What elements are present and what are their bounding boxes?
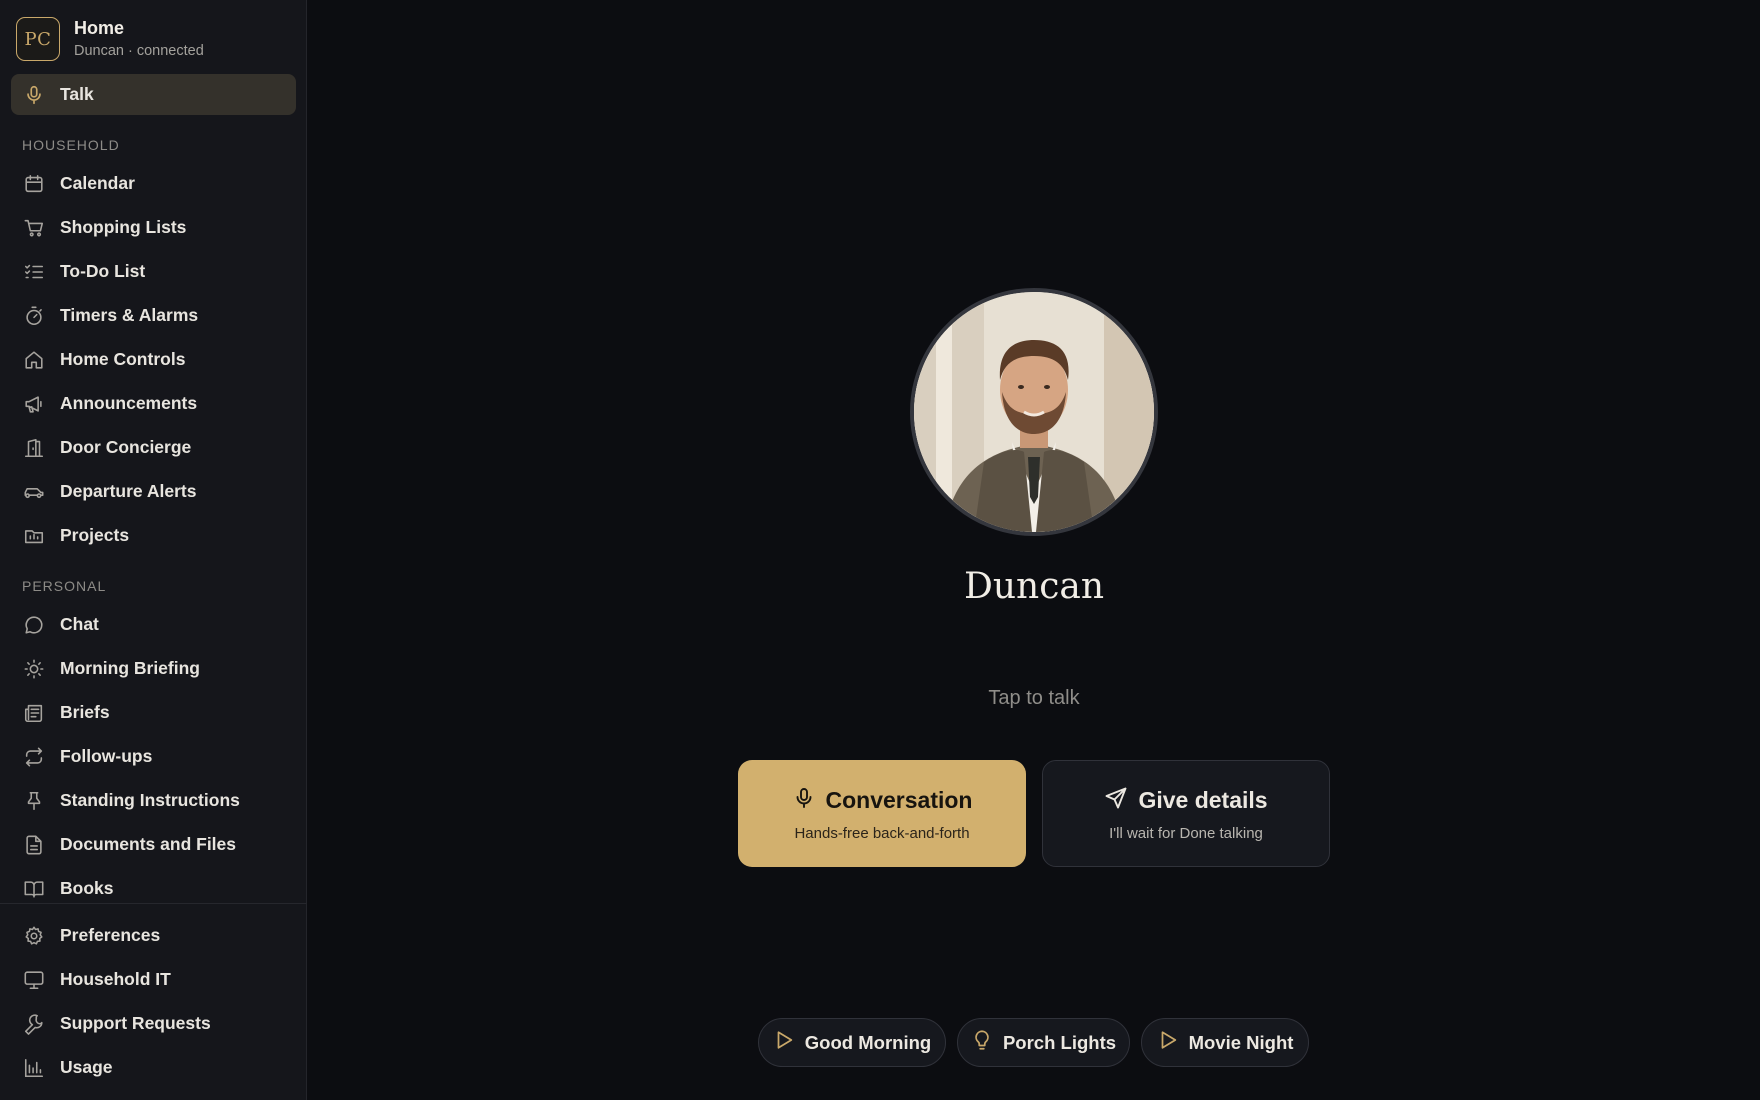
- microphone-icon: [22, 83, 46, 107]
- play-icon: [773, 1029, 805, 1056]
- send-icon: [1104, 786, 1138, 815]
- chat-bubble-icon: [22, 613, 46, 637]
- sidebar-item-label: Announcements: [60, 393, 198, 413]
- gear-icon: [22, 924, 46, 948]
- play-icon: [1157, 1029, 1189, 1056]
- folder-chart-icon: [22, 524, 46, 548]
- sidebar-item-talk[interactable]: Talk: [11, 74, 296, 115]
- sidebar-item-label: Books: [60, 878, 114, 898]
- conversation-button-subtitle: Hands-free back-and-forth: [794, 824, 970, 842]
- microphone-icon: [792, 786, 826, 815]
- sidebar-item-to-do-list[interactable]: To-Do List: [11, 251, 296, 292]
- sidebar-item-label: Chat: [60, 614, 99, 634]
- avatar-portrait: [914, 292, 1154, 532]
- quick-action-label: Porch Lights: [1002, 1031, 1117, 1053]
- sidebar-item-label: Shopping Lists: [60, 217, 187, 237]
- monitor-icon: [22, 968, 46, 992]
- sidebar-item-label: Support Requests: [60, 1013, 211, 1033]
- sidebar-item-label: Departure Alerts: [60, 481, 197, 501]
- quick-action-label: Movie Night: [1188, 1031, 1294, 1053]
- sidebar-item-label: Preferences: [60, 925, 161, 945]
- sidebar-item-morning-briefing[interactable]: Morning Briefing: [11, 648, 296, 689]
- section-label-household: HOUSEHOLD: [22, 137, 120, 153]
- sidebar-item-label: Documents and Files: [60, 834, 237, 854]
- lightbulb-icon: [971, 1029, 1003, 1056]
- sidebar-item-label: Morning Briefing: [60, 658, 200, 678]
- car-icon: [22, 480, 46, 504]
- avatar[interactable]: [910, 288, 1158, 536]
- house-icon: [22, 348, 46, 372]
- sidebar-item-label: Usage: [60, 1057, 113, 1077]
- sidebar-item-label: Calendar: [60, 173, 135, 193]
- sidebar-item-calendar[interactable]: Calendar: [11, 163, 296, 204]
- sidebar-item-label: Door Concierge: [60, 437, 192, 457]
- sidebar-item-label: Follow-ups: [60, 746, 153, 766]
- sidebar-item-announcements[interactable]: Announcements: [11, 383, 296, 424]
- sidebar-item-home-controls[interactable]: Home Controls: [11, 339, 296, 380]
- sidebar-item-label: Briefs: [60, 702, 110, 722]
- brand-logo: PC: [16, 17, 60, 61]
- megaphone-icon: [22, 392, 46, 416]
- sidebar-item-usage[interactable]: Usage: [11, 1047, 296, 1088]
- conversation-button[interactable]: Conversation Hands-free back-and-forth: [738, 760, 1026, 867]
- sidebar-item-follow-ups[interactable]: Follow-ups: [11, 736, 296, 777]
- document-icon: [22, 833, 46, 857]
- sidebar-item-timers-alarms[interactable]: Timers & Alarms: [11, 295, 296, 336]
- brand-title: Home: [74, 18, 125, 38]
- sidebar-item-label: Timers & Alarms: [60, 305, 199, 325]
- tap-to-talk-hint[interactable]: Tap to talk: [880, 687, 1188, 710]
- sidebar: PC Home Duncan · connected Talk HOUSEHOL…: [0, 0, 307, 1100]
- pin-icon: [22, 789, 46, 813]
- quick-action-porch-lights[interactable]: Porch Lights: [957, 1018, 1130, 1067]
- stopwatch-icon: [22, 304, 46, 328]
- sidebar-item-departure-alerts[interactable]: Departure Alerts: [11, 471, 296, 512]
- bar-chart-icon: [22, 1056, 46, 1080]
- sidebar-item-documents-files[interactable]: Documents and Files: [11, 824, 296, 865]
- repeat-icon: [22, 745, 46, 769]
- sidebar-item-label: Standing Instructions: [60, 790, 240, 810]
- quick-action-good-morning[interactable]: Good Morning: [758, 1018, 946, 1067]
- sidebar-item-support-requests[interactable]: Support Requests: [11, 1003, 296, 1044]
- sidebar-item-briefs[interactable]: Briefs: [11, 692, 296, 733]
- sidebar-item-label: Household IT: [60, 969, 171, 989]
- cart-icon: [22, 216, 46, 240]
- sidebar-item-shopping-lists[interactable]: Shopping Lists: [11, 207, 296, 248]
- sidebar-item-label: Projects: [60, 525, 130, 545]
- sun-icon: [22, 657, 46, 681]
- sidebar-item-label: To-Do List: [60, 261, 146, 281]
- connection-status: Duncan · connected: [74, 43, 204, 59]
- sidebar-item-household-it[interactable]: Household IT: [11, 959, 296, 1000]
- sidebar-item-preferences[interactable]: Preferences: [11, 915, 296, 956]
- agent-name: Duncan: [963, 566, 1105, 607]
- checklist-icon: [22, 260, 46, 284]
- book-icon: [22, 877, 46, 901]
- sidebar-item-label: Talk: [60, 84, 94, 104]
- sidebar-item-door-concierge[interactable]: Door Concierge: [11, 427, 296, 468]
- section-label-personal: PERSONAL: [22, 578, 107, 594]
- give-details-button[interactable]: Give details I'll wait for Done talking: [1042, 760, 1330, 867]
- give-details-button-subtitle: I'll wait for Done talking: [1109, 824, 1263, 842]
- sidebar-item-chat[interactable]: Chat: [11, 604, 296, 645]
- sidebar-item-label: Home Controls: [60, 349, 186, 369]
- brand-header[interactable]: PC Home Duncan · connected: [16, 17, 204, 61]
- door-icon: [22, 436, 46, 460]
- sidebar-item-standing-instructions[interactable]: Standing Instructions: [11, 780, 296, 821]
- sidebar-divider: [0, 903, 307, 904]
- newspaper-icon: [22, 701, 46, 725]
- sidebar-item-projects[interactable]: Projects: [11, 515, 296, 556]
- wrench-icon: [22, 1012, 46, 1036]
- calendar-icon: [22, 172, 46, 196]
- give-details-button-title: Give details: [1138, 786, 1268, 813]
- quick-action-label: Good Morning: [804, 1031, 932, 1053]
- conversation-button-title: Conversation: [825, 786, 973, 813]
- quick-action-movie-night[interactable]: Movie Night: [1141, 1018, 1309, 1067]
